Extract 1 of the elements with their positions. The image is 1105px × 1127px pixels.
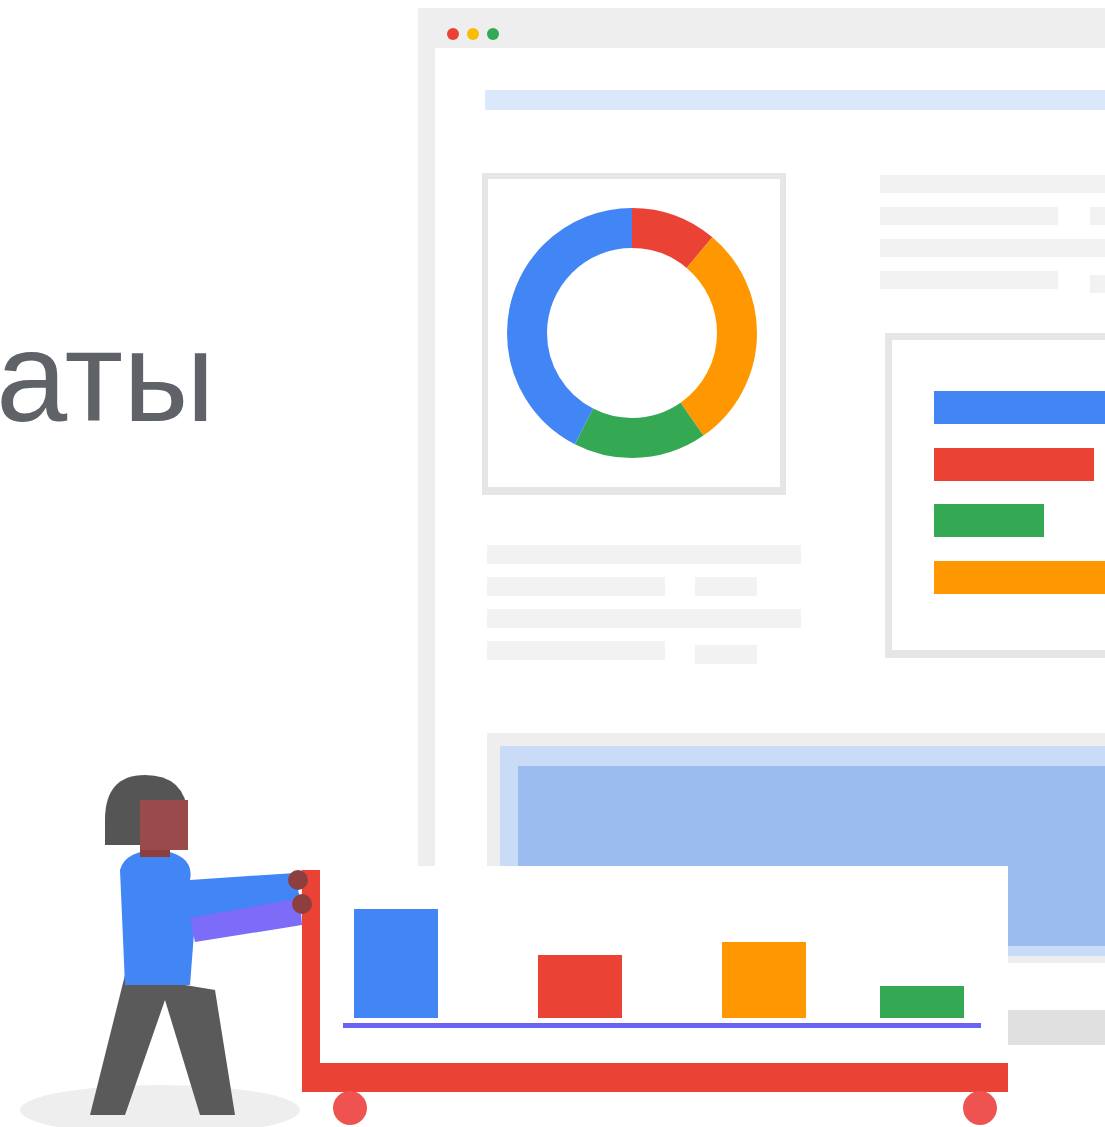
- page-heading: аты: [0, 304, 215, 450]
